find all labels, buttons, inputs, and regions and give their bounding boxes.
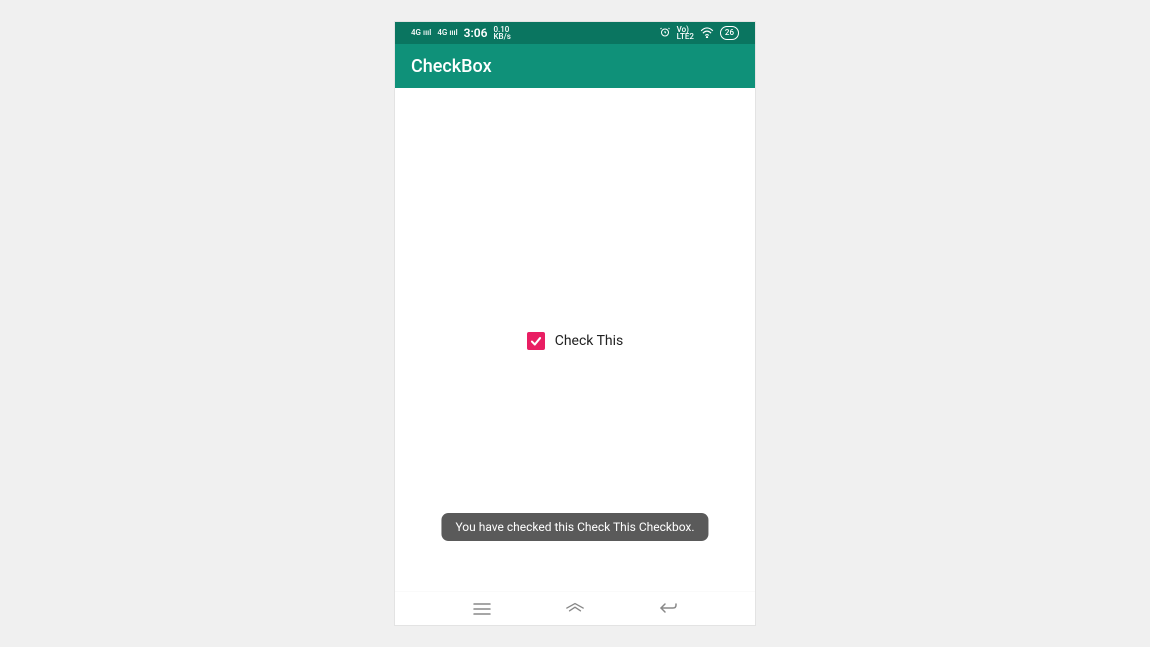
battery-level: 26 bbox=[720, 26, 739, 40]
wifi-icon bbox=[700, 26, 714, 41]
network-label-2: 4G bbox=[437, 28, 447, 37]
app-title: CheckBox bbox=[411, 56, 492, 77]
speed-unit: KB/s bbox=[493, 32, 510, 41]
signal-bars-icon-2: ıııl bbox=[449, 28, 457, 37]
signal-bars-icon-1: ıııl bbox=[423, 28, 431, 37]
checkbox-label: Check This bbox=[555, 333, 624, 349]
battery-icon: 26 bbox=[720, 26, 739, 40]
status-time: 3:06 bbox=[464, 26, 488, 40]
check-icon bbox=[529, 334, 543, 348]
menu-icon bbox=[473, 602, 491, 616]
status-left: 4G ıııl 4G ıııl 3:06 0.10 KB/s bbox=[411, 26, 511, 40]
recent-apps-button[interactable] bbox=[467, 594, 497, 624]
navigation-bar bbox=[395, 591, 755, 625]
carrier-line2: LTE2 bbox=[677, 32, 694, 41]
status-bar: 4G ıııl 4G ıııl 3:06 0.10 KB/s bbox=[395, 22, 755, 44]
back-button[interactable] bbox=[653, 594, 683, 624]
checkbox-box[interactable] bbox=[527, 332, 545, 350]
toast-message: You have checked this Check This Checkbo… bbox=[441, 513, 708, 541]
back-icon bbox=[659, 602, 677, 616]
phone-frame: 4G ıııl 4G ıııl 3:06 0.10 KB/s bbox=[395, 22, 755, 625]
data-speed: 0.10 KB/s bbox=[493, 26, 510, 40]
status-right: Vo) LTE2 26 bbox=[659, 26, 739, 41]
alarm-icon bbox=[659, 26, 671, 41]
checkbox-check-this[interactable]: Check This bbox=[527, 332, 624, 350]
home-button[interactable] bbox=[560, 594, 590, 624]
app-content: Check This You have checked this Check T… bbox=[395, 88, 755, 591]
toast-text: You have checked this Check This Checkbo… bbox=[455, 520, 694, 534]
network-indicator-2: 4G ıııl bbox=[437, 29, 457, 37]
home-icon bbox=[565, 602, 585, 616]
network-label-1: 4G bbox=[411, 28, 421, 37]
carrier-label: Vo) LTE2 bbox=[677, 26, 694, 40]
network-indicator-1: 4G ıııl bbox=[411, 29, 431, 37]
app-bar: CheckBox bbox=[395, 44, 755, 88]
